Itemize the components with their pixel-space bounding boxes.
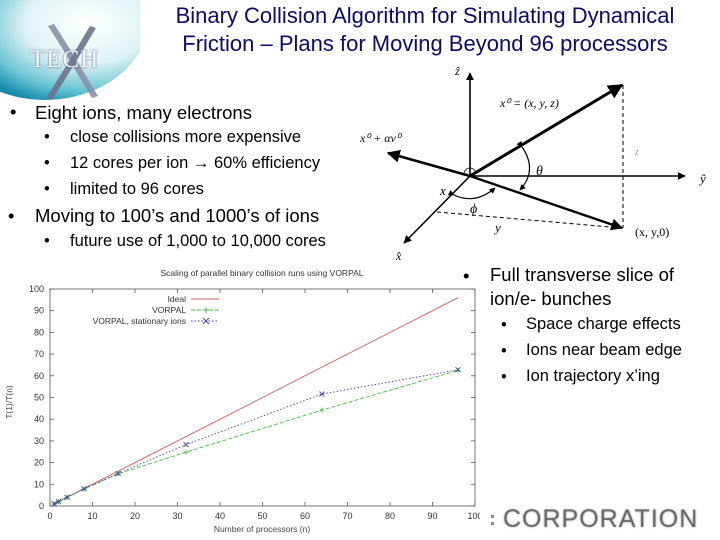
y-tick-label: 80 [34, 327, 44, 337]
techx-logo: TECH [0, 0, 140, 105]
title-line-2: Friction – Plans for Moving Beyond 96 pr… [182, 31, 668, 56]
y-component-label: y [493, 220, 501, 235]
y-tick-label: 50 [34, 393, 44, 403]
title-line-1: Binary Collision Algorithm for Simulatin… [175, 3, 675, 28]
series-line-ideal [54, 297, 459, 505]
chart-xlabel: Number of processors (n) [214, 524, 311, 534]
vector-label: x⁰ = (x, y, z) [499, 96, 559, 110]
bullet-item-continuation: ion/e- bunches [490, 288, 612, 309]
bullet-item: Full transverse slice of [490, 264, 675, 285]
sub-bullet-item: 12 cores per ion → 60% efficiency [70, 154, 321, 172]
sub-bullet-dot: • [44, 154, 50, 172]
logo-text: TECH [30, 46, 100, 73]
sub-bullet-item: Space charge effects [526, 315, 681, 333]
sub-bullet-item: Ions near beam edge [526, 341, 682, 359]
y-axis-label: ŷ [698, 171, 706, 186]
x-tick-label: 100 [467, 511, 480, 521]
x-tick-label: 50 [257, 511, 267, 521]
x-tick-label: 70 [342, 511, 352, 521]
sub-bullet-item: close collisions more expensive [70, 128, 302, 146]
data-point [319, 407, 325, 413]
data-point [183, 441, 189, 448]
sub-bullet-item: future use of 1,000 to 10,000 cores [70, 232, 326, 250]
y-tick-label: 100 [29, 284, 44, 294]
projection-label: (x, y,0) [635, 225, 669, 239]
theta-arc [516, 140, 531, 191]
displaced-vector [386, 149, 471, 178]
y-tick-label: 40 [34, 414, 44, 424]
x-tick-label: 0 [47, 511, 52, 521]
scaling-chart: Scaling of parallel binary collision run… [4, 268, 480, 534]
data-point [455, 367, 461, 373]
bullet-item: Moving to 100’s and 1000’s of ions [35, 205, 320, 226]
y-tick-label: 90 [34, 306, 44, 316]
chart-ylabel: T(1)/T(n) [4, 385, 14, 419]
series-line-vorpal [54, 369, 459, 505]
sub-bullet-dot: • [44, 180, 50, 198]
sub-bullet-dot: • [501, 342, 507, 360]
y-tick-label: 70 [34, 349, 44, 359]
y-tick-label: 20 [34, 458, 44, 468]
x-axis [403, 175, 471, 244]
phi-arc [447, 187, 496, 200]
vector2-label: x⁰ + αv⁰ [360, 131, 403, 145]
y-tick-label: 10 [34, 479, 44, 489]
legend-label: VORPAL [152, 305, 186, 315]
y-tick-label: 0 [39, 501, 44, 511]
x-tick-label: 90 [427, 511, 437, 521]
bullet-dot: • [10, 101, 17, 122]
x-tick-label: 30 [172, 511, 182, 521]
collision-geometry-diagram: ẑ ŷ x̂ x⁰ = (x, y, z) x⁰ + αv⁰ θ ϕ x y z… [360, 64, 706, 263]
phi-label: ϕ [470, 202, 477, 217]
sub-bullet-dot: • [501, 316, 507, 334]
legend-label: Ideal [168, 294, 187, 304]
x-tick-label: 10 [87, 511, 97, 521]
bullet-item: Eight ions, many electrons [35, 102, 252, 123]
x-tick-label: 60 [300, 511, 310, 521]
sub-bullet-item: limited to 96 cores [70, 180, 204, 198]
z-axis-label: ẑ [454, 64, 460, 78]
theta-label: θ [536, 164, 543, 179]
data-point [183, 449, 189, 455]
bullet-dot: • [463, 265, 470, 286]
sub-bullet-dot: • [44, 128, 50, 146]
y-tick-label: 30 [34, 436, 44, 446]
chart-title: Scaling of parallel binary collision run… [161, 268, 364, 278]
sub-bullet-dot: • [501, 368, 507, 386]
slide-title: Binary Collision Algorithm for Simulatin… [140, 2, 710, 58]
x-tick-label: 20 [130, 511, 140, 521]
logo-fragment-icon [491, 515, 494, 525]
bullet-dot: • [8, 205, 15, 226]
z-component-label: z [634, 147, 639, 158]
x-tick-label: 80 [385, 511, 395, 521]
x-component-label: x [439, 183, 446, 198]
y-tick-label: 60 [34, 371, 44, 381]
corporation-wordmark: CORPORATION [503, 505, 699, 533]
y-dashed-line [436, 211, 623, 229]
series-line-vorpal-stationary-ions [54, 369, 459, 505]
legend-label: VORPAL, stationary ions [93, 316, 186, 326]
x-tick-label: 40 [215, 511, 225, 521]
sub-bullet-item: Ion trajectory x’ing [526, 367, 660, 385]
projection-vector [469, 174, 624, 231]
sub-bullet-dot: • [44, 232, 50, 250]
x-axis-label: x̂ [395, 249, 402, 263]
